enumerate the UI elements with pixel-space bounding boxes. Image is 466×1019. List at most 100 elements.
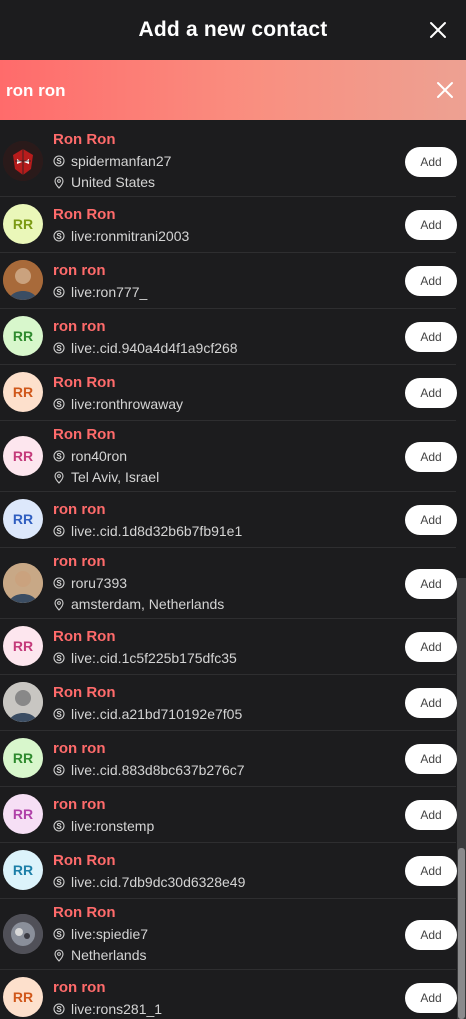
- location-text: amsterdam, Netherlands: [71, 596, 225, 612]
- contact-skype-id: live:ron777_: [53, 284, 147, 300]
- avatar-photo: [3, 562, 43, 603]
- contact-row[interactable]: Ron Ron spidermanfan27 United States Add: [0, 126, 457, 197]
- scrollbar-thumb[interactable]: [458, 848, 465, 1019]
- contact-skype-id: live:.cid.1c5f225b175dfc35: [53, 650, 237, 666]
- add-contact-button[interactable]: Add: [405, 744, 457, 774]
- contact-name: ron ron: [53, 740, 106, 757]
- avatar-initials: RR: [12, 328, 34, 344]
- add-contact-button[interactable]: Add: [405, 983, 457, 1013]
- skype-id-text: live:ronmitrani2003: [71, 228, 190, 244]
- skype-icon: [53, 155, 65, 167]
- skype-id-text: ron40ron: [71, 448, 128, 464]
- contact-name: ron ron: [53, 553, 106, 570]
- contact-skype-id: live:ronthrowaway: [53, 396, 183, 412]
- contact-row[interactable]: RR Ron Ron live:.cid.7db9dc30d6328e49 Add: [0, 843, 457, 899]
- avatar: [3, 913, 43, 954]
- contact-row[interactable]: RR ron ron live:ronstemp Add: [0, 787, 457, 843]
- avatar: RR: [3, 738, 43, 778]
- add-contact-button[interactable]: Add: [405, 505, 457, 535]
- avatar-initials: RR: [12, 216, 34, 232]
- contact-row[interactable]: RR Ron Ron live:.cid.1c5f225b175dfc35 Add: [0, 619, 457, 675]
- contact-name: Ron Ron: [53, 852, 116, 869]
- skype-icon: [53, 1003, 65, 1015]
- avatar-photo: [3, 682, 43, 722]
- location-text: United States: [71, 174, 156, 190]
- contact-skype-id: live:.cid.a21bd710192e7f05: [53, 706, 242, 722]
- add-contact-button[interactable]: Add: [405, 568, 457, 599]
- contact-row[interactable]: ron ron live:ron777_ Add: [0, 253, 457, 309]
- avatar-photo: [3, 260, 43, 300]
- skype-id-text: live:.cid.7db9dc30d6328e49: [71, 874, 246, 890]
- contact-name: Ron Ron: [53, 374, 116, 391]
- add-contact-button[interactable]: Add: [405, 266, 457, 296]
- skype-icon: [53, 652, 65, 664]
- skype-icon: [53, 876, 65, 888]
- add-contact-button[interactable]: Add: [405, 322, 457, 352]
- skype-icon: [53, 820, 65, 832]
- avatar: RR: [3, 794, 43, 834]
- skype-id-text: roru7393: [71, 575, 128, 591]
- location-pin-icon: [54, 175, 64, 189]
- contact-skype-id: live:.cid.940a4d4f1a9cf268: [53, 340, 238, 356]
- add-contact-button[interactable]: Add: [405, 146, 457, 177]
- contact-name: Ron Ron: [53, 904, 116, 921]
- search-input[interactable]: [6, 78, 406, 104]
- contact-skype-id: live:ronmitrani2003: [53, 228, 189, 244]
- avatar-initials: RR: [12, 638, 34, 654]
- location-pin-icon: [54, 948, 64, 962]
- contact-name: ron ron: [53, 501, 106, 518]
- contact-row[interactable]: RR ron ron live:.cid.883d8bc637b276c7 Add: [0, 731, 457, 787]
- skype-icon: [53, 577, 65, 589]
- avatar-initials: RR: [12, 750, 34, 766]
- contact-skype-id: live:.cid.1d8d32b6b7fb91e1: [53, 523, 242, 539]
- contact-row[interactable]: RR ron ron live:rons281_1 Add: [0, 970, 457, 1019]
- contact-row[interactable]: ron ron roru7393 amsterdam, Netherlands Add: [0, 548, 457, 619]
- skype-id-text: live:.cid.a21bd710192e7f05: [71, 706, 243, 722]
- contact-name: Ron Ron: [53, 206, 116, 223]
- contact-location: amsterdam, Netherlands: [53, 596, 224, 612]
- contact-name: Ron Ron: [53, 684, 116, 701]
- skype-id-text: live:spiedie7: [71, 926, 149, 942]
- skype-id-text: live:ronthrowaway: [71, 396, 184, 412]
- contact-row[interactable]: RR Ron Ron live:ronmitrani2003 Add: [0, 197, 457, 253]
- skype-id-text: spidermanfan27: [71, 153, 172, 169]
- contact-row[interactable]: RR Ron Ron live:ronthrowaway Add: [0, 365, 457, 421]
- contact-name: Ron Ron: [53, 628, 116, 645]
- add-contact-button[interactable]: Add: [405, 378, 457, 408]
- avatar-photo: [3, 140, 43, 181]
- contact-row[interactable]: Ron Ron live:spiedie7 Netherlands Add: [0, 899, 457, 970]
- contact-skype-id: live:ronstemp: [53, 818, 154, 834]
- skype-id-text: live:.cid.1c5f225b175dfc35: [71, 650, 237, 666]
- contact-skype-id: ron40ron: [53, 448, 127, 464]
- skype-id-text: live:ronstemp: [71, 818, 155, 834]
- contact-row[interactable]: RR ron ron live:.cid.1d8d32b6b7fb91e1 Add: [0, 492, 457, 548]
- close-icon[interactable]: [428, 20, 448, 40]
- skype-icon: [53, 450, 65, 462]
- contact-row[interactable]: RR ron ron live:.cid.940a4d4f1a9cf268 Add: [0, 309, 457, 365]
- avatar: RR: [3, 850, 43, 890]
- avatar: RR: [3, 435, 43, 476]
- dialog-header: Add a new contact: [0, 0, 466, 60]
- avatar: [3, 260, 43, 300]
- contact-name: ron ron: [53, 262, 106, 279]
- skype-icon: [53, 230, 65, 242]
- add-contact-button[interactable]: Add: [405, 856, 457, 886]
- skype-id-text: live:ron777_: [71, 284, 148, 300]
- clear-search-icon[interactable]: [436, 81, 454, 99]
- add-contact-button[interactable]: Add: [405, 632, 457, 662]
- contact-name: ron ron: [53, 979, 106, 996]
- contact-row[interactable]: Ron Ron live:.cid.a21bd710192e7f05 Add: [0, 675, 457, 731]
- add-contact-button[interactable]: Add: [405, 688, 457, 718]
- skype-id-text: live:rons281_1: [71, 1001, 163, 1017]
- add-contact-button[interactable]: Add: [405, 800, 457, 830]
- add-contact-button[interactable]: Add: [405, 210, 457, 240]
- avatar: RR: [3, 977, 43, 1017]
- contact-skype-id: roru7393: [53, 575, 127, 591]
- add-contact-button[interactable]: Add: [405, 919, 457, 950]
- avatar-initials: RR: [12, 989, 34, 1005]
- add-contact-button[interactable]: Add: [405, 441, 457, 472]
- avatar: RR: [3, 499, 43, 539]
- contact-location: United States: [53, 174, 155, 190]
- contact-row[interactable]: RR Ron Ron ron40ron Tel Aviv, Israel Add: [0, 421, 457, 492]
- location-text: Netherlands: [71, 947, 147, 963]
